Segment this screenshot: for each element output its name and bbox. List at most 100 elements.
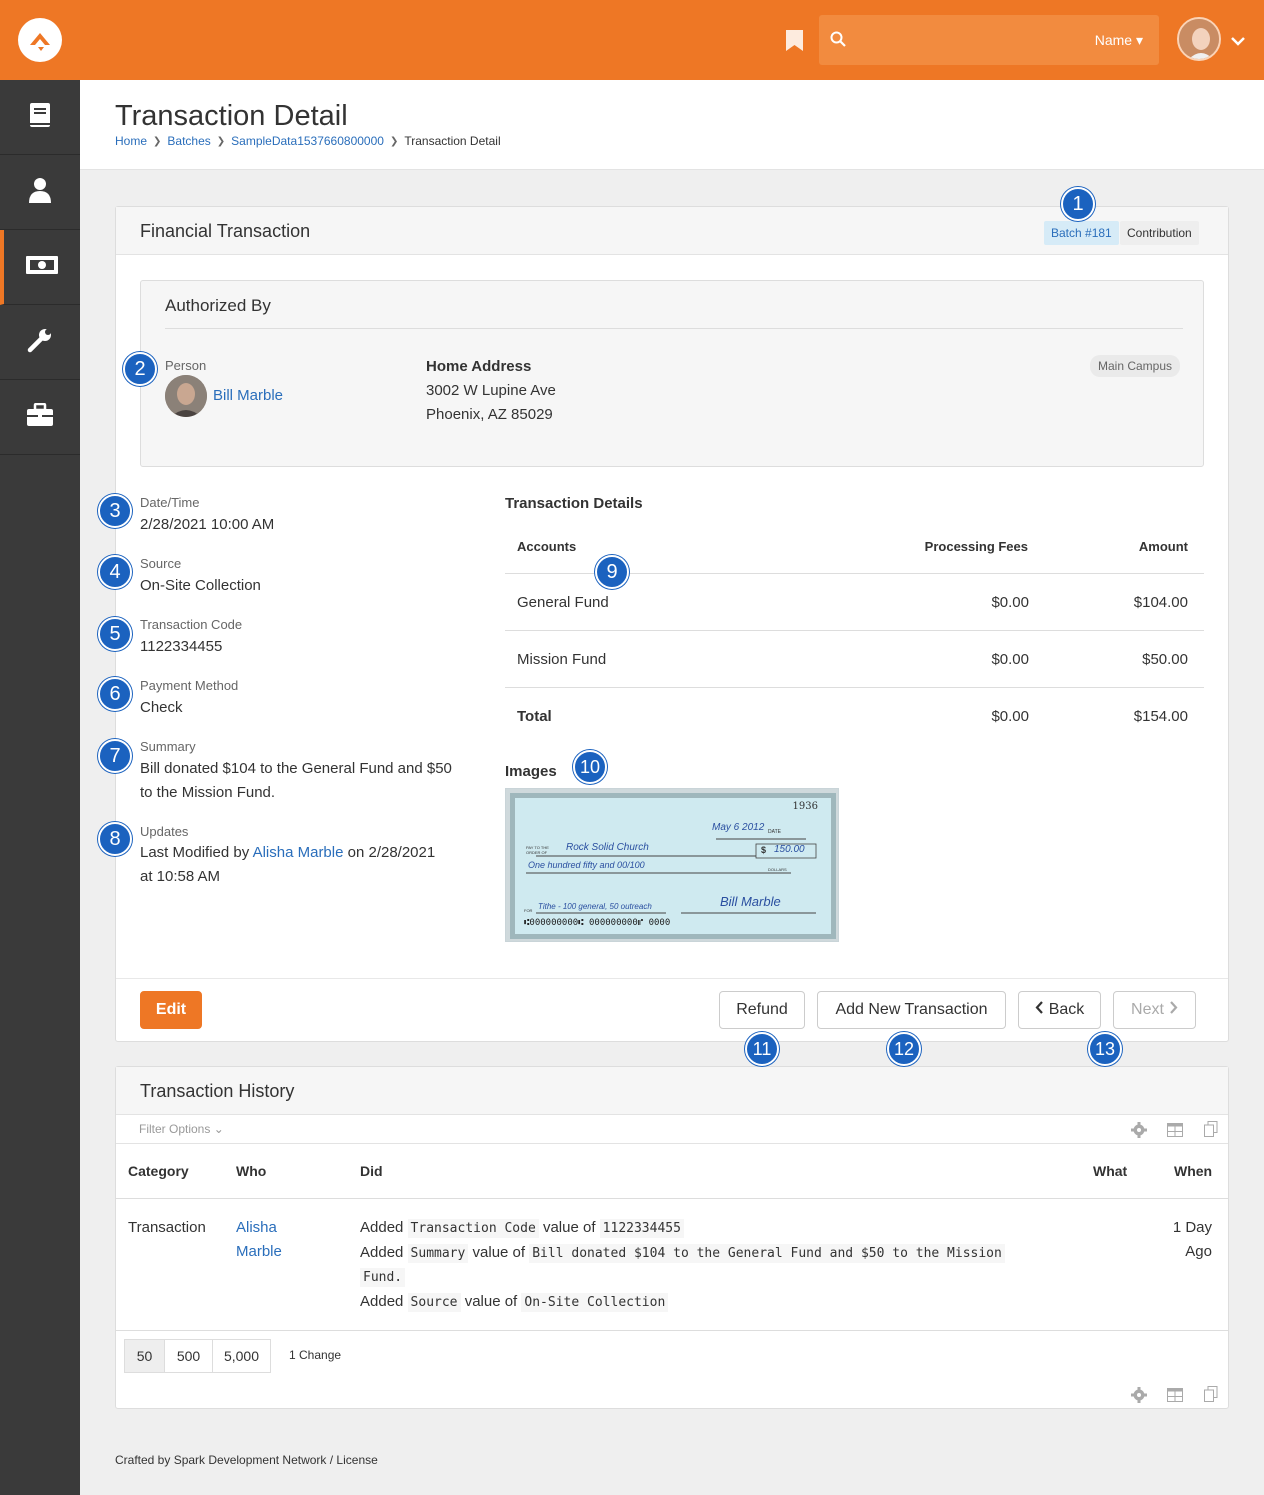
person-icon [28,177,52,208]
page-size-50[interactable]: 50 [124,1339,165,1373]
chevron-right-icon: ❯ [153,135,162,147]
amount: $104.00 [1133,594,1188,611]
grid-export-icon[interactable] [1167,1123,1183,1142]
divider [116,1330,1228,1331]
copy-icon[interactable] [1204,1386,1218,1407]
rock-logo-icon[interactable] [18,18,62,62]
field-value: 1122334455 [599,1219,684,1238]
chevron-down-icon: ⌄ [213,1122,224,1136]
page-size-5000[interactable]: 5,000 [212,1339,271,1373]
added-text: Added [360,1244,404,1261]
column-header: Accounts [517,539,577,554]
history-did-line: Fund. [360,1265,406,1290]
history-did-line: Added Source value of On-Site Collection [360,1290,669,1315]
copy-icon[interactable] [1204,1121,1218,1142]
person-name-link[interactable]: Bill Marble [213,384,283,408]
column-header: Amount [1138,539,1188,554]
address-label: Home Address [426,358,532,375]
gear-icon[interactable] [1131,1122,1147,1143]
current-user-avatar[interactable] [1177,17,1221,61]
annotation-badge: 5 [98,617,132,651]
person-label: Person [165,358,207,373]
annotation-badge: 8 [98,822,132,856]
chevron-right-icon [1170,1001,1178,1019]
bookmark-icon[interactable] [786,30,803,56]
next-label: Next [1131,1001,1164,1018]
updated-by-link[interactable]: Alisha Marble [253,844,344,861]
batch-label[interactable]: Batch #181 [1044,221,1119,245]
check-signature: Bill Marble [720,894,781,909]
gear-icon[interactable] [1131,1387,1147,1408]
search-filter-dropdown[interactable]: Name ▾ [1095,32,1143,49]
check-number: 1936 [792,801,818,812]
account-name: Mission Fund [517,651,607,668]
check-image[interactable]: 1936 May 6 2012 DATE PAY TO THE ORDER OF… [505,788,839,942]
total-fees: $0.00 [991,708,1029,725]
check-date-label: DATE [768,829,781,835]
breadcrumb-home[interactable]: Home [115,134,147,148]
updates-prefix: Last Modified by [140,844,250,861]
annotation-badge: 10 [573,750,607,784]
payment-method-label: Payment Method [140,678,239,693]
check-for-label: FOR [524,908,533,913]
sidebar-item-admin-tools[interactable] [0,305,80,380]
column-header: Who [236,1163,267,1179]
breadcrumb-batch[interactable]: SampleData1537660800000 [231,134,384,148]
footer-credits: Crafted by Spark Development Network / L… [115,1453,378,1467]
page-size-500[interactable]: 500 [164,1339,213,1373]
sidebar-item-people[interactable] [0,155,80,230]
summary-label: Summary [140,739,196,754]
sidebar-item-finance[interactable] [0,230,80,305]
images-heading: Images [505,763,557,780]
value-of-text: value of [464,1293,518,1310]
filter-options-toggle[interactable]: Filter Options ⌄ [139,1122,224,1136]
search-bar[interactable]: Name ▾ [819,15,1159,65]
column-header: Did [360,1163,383,1179]
check-micr: ⑆000000000⑆ 000000000⑈ 0000 [524,918,671,928]
top-bar: Name ▾ [0,0,1264,80]
column-header: When [1174,1163,1213,1179]
grid-filter-bar: Filter Options ⌄ [116,1115,1228,1144]
transaction-type-label: Contribution [1120,221,1199,245]
history-who-link[interactable]: Alisha [236,1216,277,1240]
panel-footer-divider [116,978,1228,979]
back-label: Back [1048,1001,1085,1018]
transaction-code-value: 1122334455 [140,638,223,655]
grid-export-icon[interactable] [1167,1388,1183,1407]
added-text: Added [360,1293,404,1310]
check-payee: Rock Solid Church [566,842,649,853]
amount: $50.00 [1142,651,1188,668]
transaction-code-label: Transaction Code [140,617,243,632]
summary-line2: to the Mission Fund. [140,784,276,801]
address-line2: Phoenix, AZ 85029 [426,406,553,423]
add-new-transaction-button[interactable]: Add New Transaction [817,991,1006,1029]
person-avatar[interactable] [165,375,207,417]
chevron-down-icon[interactable] [1231,33,1245,51]
field-value: On-Site Collection [521,1293,669,1312]
annotation-badge: 3 [98,494,132,528]
datetime-label: Date/Time [140,495,200,510]
added-text: Added [360,1219,404,1236]
briefcase-icon [26,402,54,432]
processing-fee: $0.00 [991,651,1029,668]
edit-button[interactable]: Edit [140,991,202,1029]
field-name: Transaction Code [407,1219,539,1238]
field-value: Fund. [360,1268,406,1287]
annotation-badge: 7 [98,739,132,773]
summary-line1: Bill donated $104 to the General Fund an… [140,760,452,777]
sidebar-item-tools[interactable] [0,380,80,455]
check-date: May 6 2012 [712,822,765,833]
next-button[interactable]: Next [1113,991,1196,1029]
back-button[interactable]: Back [1018,991,1101,1029]
sidebar [0,80,80,1495]
check-dollars-label: DOLLARS [768,867,787,872]
history-did-line: Added Transaction Code value of 11223344… [360,1216,684,1241]
money-icon [25,255,59,280]
sidebar-item-books[interactable] [0,80,80,155]
history-who-link[interactable]: Marble [236,1240,282,1264]
annotation-badge: 6 [98,677,132,711]
authorized-by-heading: Authorized By [165,296,271,315]
breadcrumb-batches[interactable]: Batches [167,134,210,148]
refund-button[interactable]: Refund [719,991,805,1029]
processing-fee: $0.00 [991,594,1029,611]
